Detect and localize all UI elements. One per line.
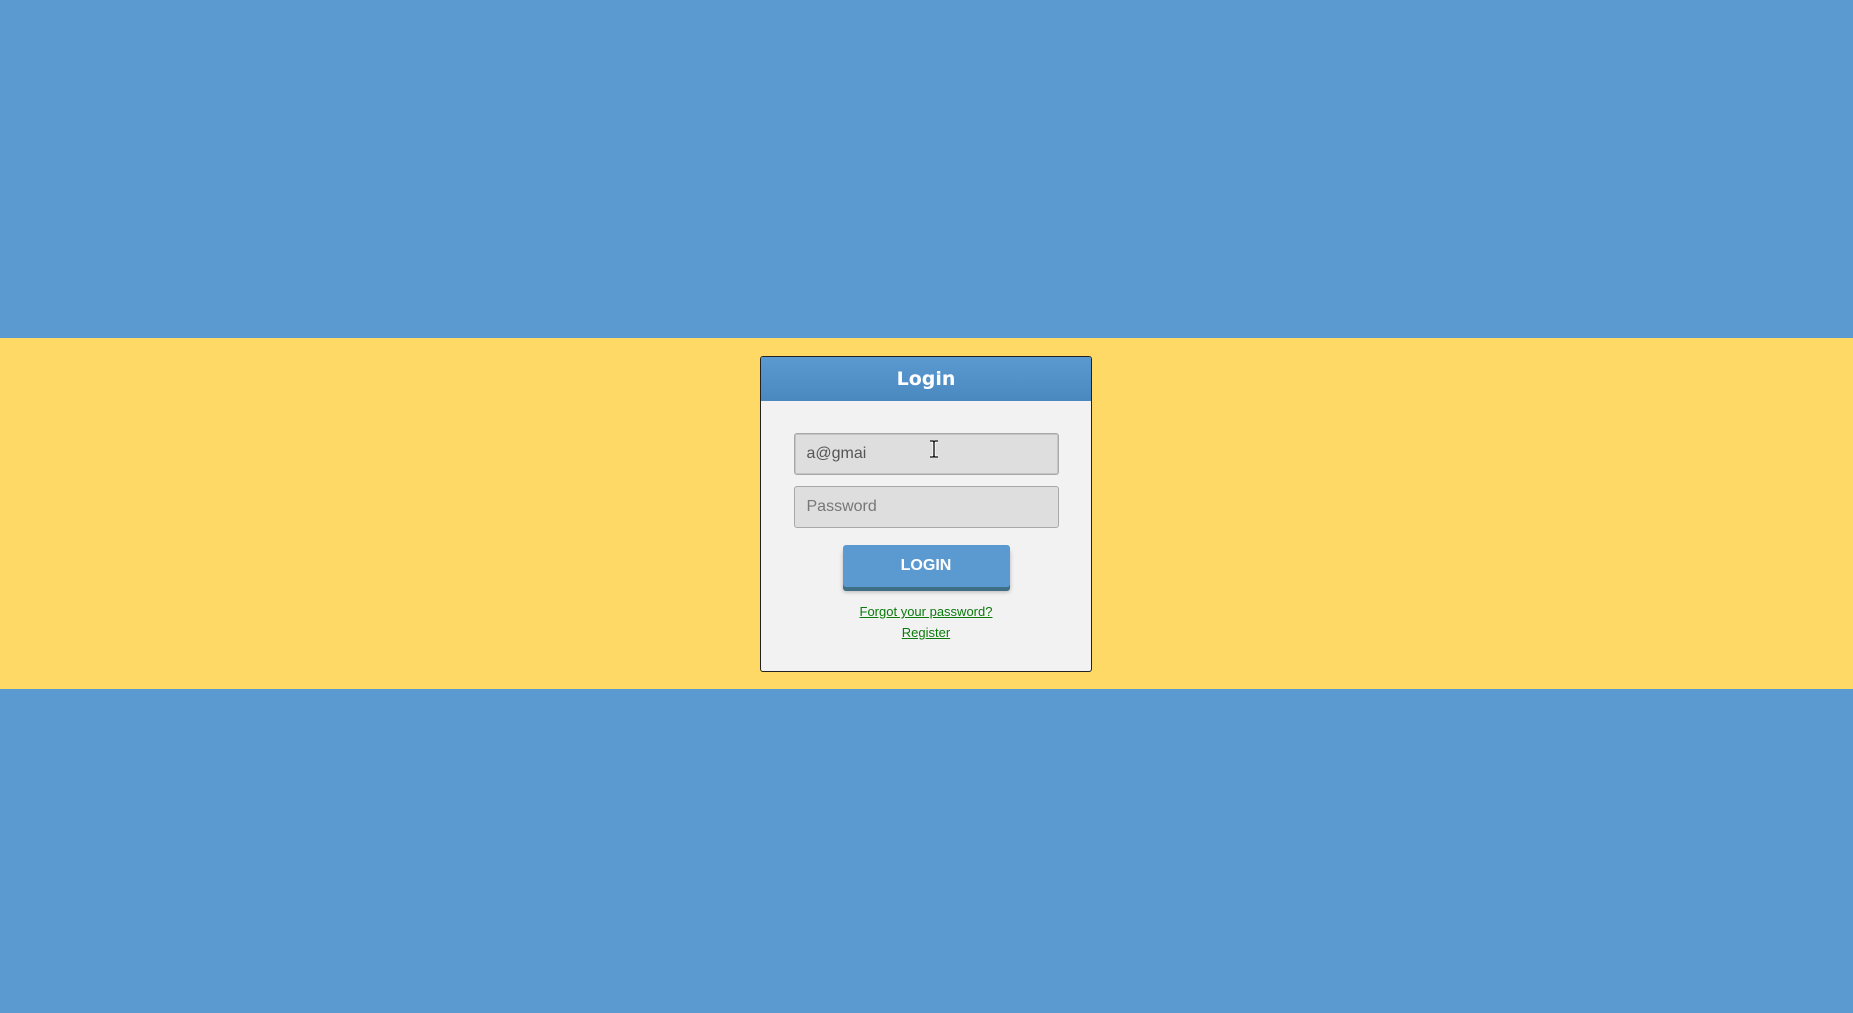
forgot-password-link[interactable]: Forgot your password? — [860, 604, 993, 619]
password-field[interactable] — [793, 486, 1059, 528]
login-title: Login — [896, 368, 956, 390]
register-link[interactable]: Register — [902, 625, 950, 640]
login-card: Login LOGIN Forgot your password? Regist… — [760, 356, 1092, 672]
auth-links: Forgot your password? Register — [860, 604, 993, 640]
login-form: LOGIN Forgot your password? Register — [761, 401, 1091, 640]
page-background: Login LOGIN Forgot your password? Regist… — [0, 0, 1853, 1013]
login-card-header: Login — [761, 357, 1091, 401]
login-button[interactable]: LOGIN — [842, 545, 1010, 587]
email-field[interactable] — [793, 433, 1059, 475]
